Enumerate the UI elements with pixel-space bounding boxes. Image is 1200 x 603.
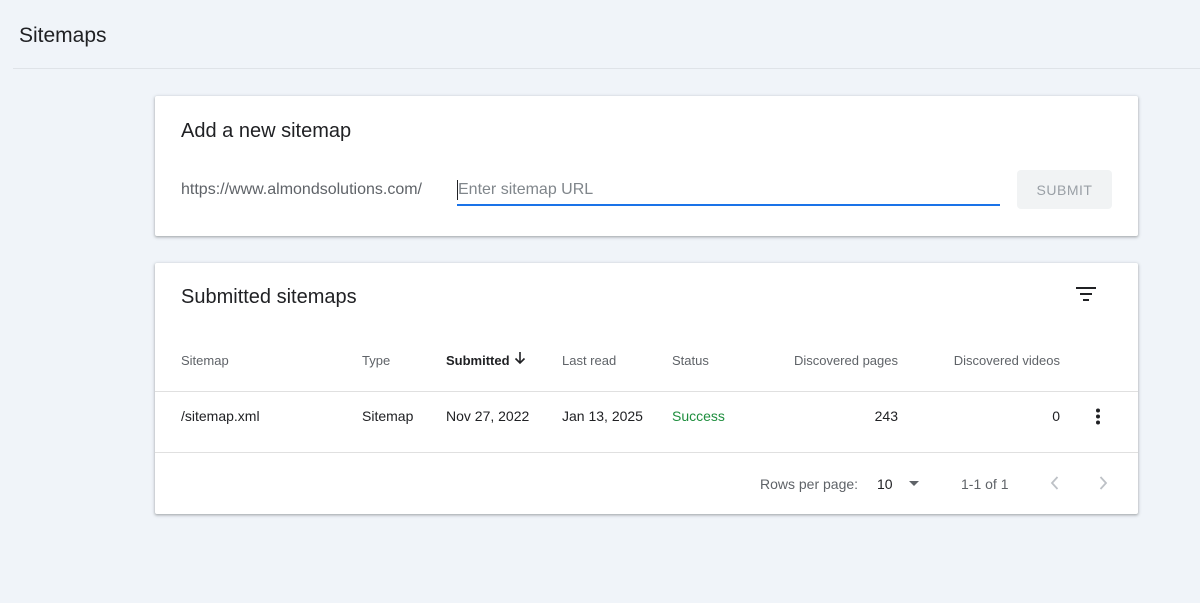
page-title: Sitemaps (19, 24, 107, 47)
chevron-left-icon[interactable] (1041, 469, 1069, 497)
row-divider (155, 452, 1138, 453)
header-row-divider (155, 391, 1138, 392)
cell-sitemap[interactable]: /sitemap.xml (181, 408, 260, 424)
column-header-discovered-videos[interactable]: Discovered videos (930, 353, 1060, 368)
submitted-sitemaps-title: Submitted sitemaps (181, 286, 357, 308)
column-header-discovered-pages[interactable]: Discovered pages (775, 353, 898, 368)
rows-per-page-select[interactable]: 10 (873, 469, 925, 497)
cell-type: Sitemap (362, 408, 414, 424)
cell-submitted: Nov 27, 2022 (446, 408, 530, 424)
caret-down-icon (909, 481, 919, 486)
add-sitemap-card: Add a new sitemap https://www.almondsolu… (155, 96, 1138, 236)
column-header-sitemap[interactable]: Sitemap (181, 353, 229, 368)
cell-discovered-pages: 243 (874, 408, 898, 424)
header-divider (13, 68, 1200, 69)
column-header-type[interactable]: Type (362, 353, 390, 368)
cell-last-read: Jan 13, 2025 (562, 408, 643, 424)
rows-per-page-value: 10 (877, 476, 893, 492)
text-cursor (457, 180, 458, 200)
filter-list-icon[interactable] (1073, 284, 1099, 304)
rows-per-page-label: Rows per page: (760, 476, 859, 492)
sitemap-url-input[interactable] (457, 176, 1000, 206)
pagination-range: 1-1 of 1 (961, 476, 1009, 492)
url-prefix: https://www.almondsolutions.com/ (181, 181, 422, 198)
add-sitemap-title: Add a new sitemap (181, 120, 352, 142)
more-vert-icon[interactable] (1091, 407, 1105, 427)
cell-status: Success (672, 408, 725, 424)
submit-button[interactable]: SUBMIT (1017, 170, 1112, 209)
column-header-last-read[interactable]: Last read (562, 353, 616, 368)
cell-discovered-videos: 0 (1052, 408, 1060, 424)
submitted-sitemaps-card: Submitted sitemaps Sitemap Type Submitte… (155, 263, 1138, 514)
page-header: Sitemaps (0, 0, 1200, 69)
arrow-down-icon[interactable] (512, 350, 528, 366)
chevron-right-icon[interactable] (1089, 469, 1117, 497)
column-header-status[interactable]: Status (672, 353, 709, 368)
column-header-submitted[interactable]: Submitted (446, 353, 510, 368)
